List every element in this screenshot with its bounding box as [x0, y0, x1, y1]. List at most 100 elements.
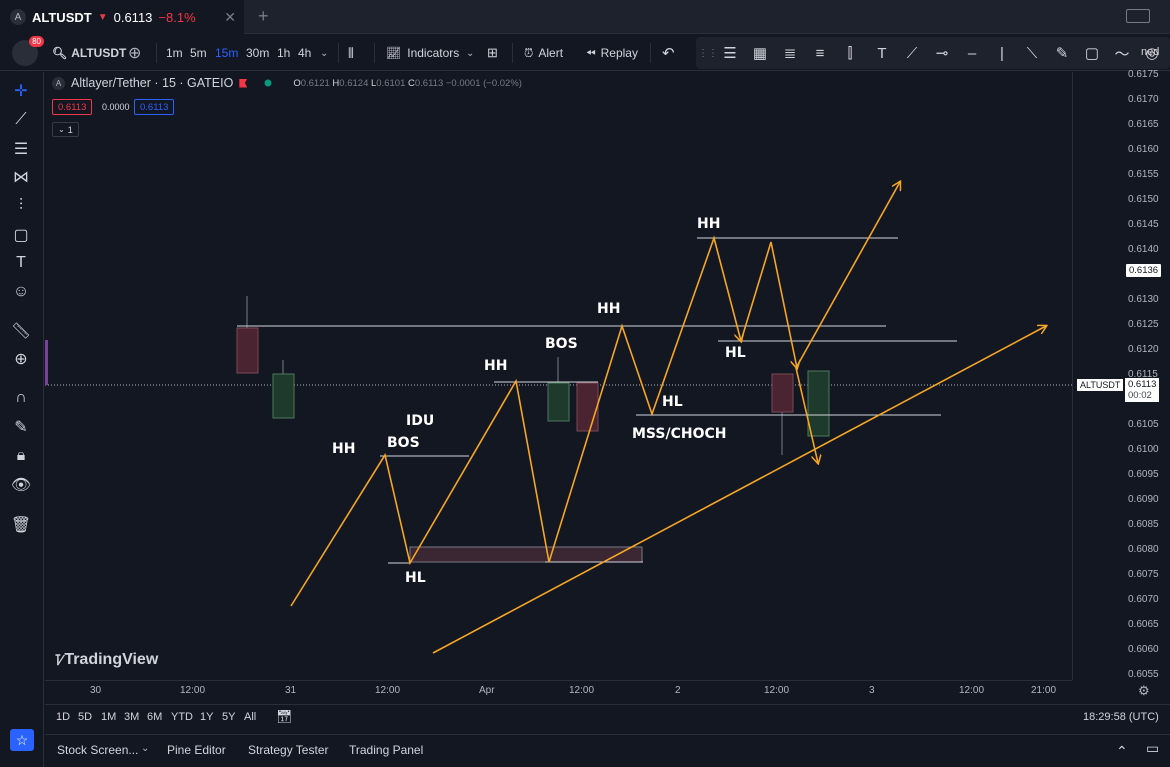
trendline-icon[interactable]: ⟋ [902, 43, 922, 63]
pitchfork-icon[interactable]: ≣ [780, 43, 800, 63]
maximize-icon[interactable]: ▭ [1146, 740, 1159, 757]
indicators-button[interactable]: 📈︎ Indicators [386, 35, 459, 71]
range-3m[interactable]: 3M [124, 711, 139, 723]
range-all[interactable]: All [244, 711, 256, 723]
templates-icon[interactable]: ⊞ [487, 35, 498, 71]
lock-drawing-icon[interactable]: ✎ [10, 416, 32, 438]
label-hl-3[interactable]: HL [725, 345, 746, 361]
range-5y[interactable]: 5Y [222, 711, 235, 723]
range-1d[interactable]: 1D [56, 711, 70, 723]
horizontal-lines-icon[interactable]: ☰ [720, 43, 740, 63]
interval-1h[interactable]: 1h [277, 35, 290, 71]
grid-icon[interactable]: ▦ [750, 43, 770, 63]
tab-stock-screener[interactable]: Stock Screen... [57, 743, 138, 757]
label-hh-3[interactable]: HH [597, 301, 620, 317]
zoom-in-icon[interactable]: ⊕ [10, 348, 32, 370]
indicators-collapse-button[interactable]: ⌄ 1 [52, 122, 79, 137]
eye-icon[interactable]: 👁︎ [10, 474, 32, 496]
label-bos-1[interactable]: BOS [387, 435, 420, 451]
interval-5m[interactable]: 5m [190, 35, 207, 71]
pattern-icon[interactable]: ⋈ [10, 166, 32, 188]
horizontal-ray-icon[interactable]: ⊸ [932, 43, 952, 63]
chart-pane[interactable] [45, 72, 1072, 680]
user-avatar[interactable]: 80 [12, 35, 44, 71]
prediction-icon[interactable]: ⫶ [10, 195, 32, 217]
magnet-icon[interactable]: ∩ [10, 387, 32, 409]
horizontal-line-icon[interactable]: – [962, 43, 982, 63]
time-axis[interactable]: 30 12:00 31 12:00 Apr 12:00 2 12:00 3 12:00 21:00 [45, 680, 1072, 704]
text-icon[interactable]: T [10, 252, 32, 274]
label-hh-4[interactable]: HH [697, 216, 720, 232]
interval-15m[interactable]: 15m [215, 35, 238, 71]
tab-pine-editor[interactable]: Pine Editor [167, 743, 226, 757]
close-icon[interactable]: ✕ [224, 9, 236, 26]
path-icon[interactable]: 〜 [1112, 43, 1132, 63]
shapes-icon[interactable]: ▢ [10, 224, 32, 246]
vertical-line-icon[interactable]: | [992, 43, 1012, 63]
symbol-search-button[interactable]: 🔍︎ ALTUSDT [52, 35, 126, 71]
label-idu[interactable]: IDU [406, 413, 434, 429]
bid-price-box[interactable]: 0.6113 [52, 99, 93, 115]
price-axis[interactable]: 0.6175 0.6170 0.6165 0.6160 0.6155 0.6150 0.61… [1072, 69, 1170, 680]
calendar-icon[interactable]: 📅︎ [276, 709, 293, 725]
ask-price-box[interactable]: 0.6113 [134, 99, 175, 115]
gann-icon[interactable]: ⫿ [840, 43, 860, 63]
range-6m[interactable]: 6M [147, 711, 162, 723]
time-tick: 21:00 [1031, 685, 1057, 696]
trash-icon[interactable]: 🗑︎ [10, 514, 32, 536]
interval-30m[interactable]: 30m [246, 35, 269, 71]
fib-icon[interactable]: ≡ [810, 43, 830, 63]
price-tick: 0.6175 [1128, 69, 1159, 80]
trendline-icon[interactable]: ⟋ [10, 109, 32, 131]
rectangle-icon[interactable]: ▢ [1082, 43, 1102, 63]
range-1m[interactable]: 1M [101, 711, 116, 723]
label-bos-2[interactable]: BOS [545, 336, 578, 352]
range-5d[interactable]: 5D [78, 711, 92, 723]
label-hl-2[interactable]: HL [662, 394, 683, 410]
tab-change: −8.1% [158, 9, 196, 25]
legend-title[interactable]: Altlayer/Tether · 15 · GATEIO [71, 76, 233, 90]
emoji-icon[interactable]: ☺ [10, 281, 32, 303]
star-icon[interactable]: ☆ [10, 729, 34, 751]
label-mss-choch[interactable]: MSS/CHOCH [632, 426, 726, 442]
interval-4h[interactable]: 4h [298, 35, 311, 71]
undo-icon[interactable]: ↶ [662, 35, 675, 71]
label-hh-2[interactable]: HH [484, 358, 507, 374]
crosshair-icon[interactable]: ✛ [10, 80, 32, 102]
ruler-icon[interactable]: 📏︎ [10, 320, 32, 342]
range-ytd[interactable]: YTD [171, 711, 193, 723]
fib-retracement-icon[interactable]: ☰ [10, 138, 32, 160]
settings-gear-icon[interactable]: ⚙ [1138, 683, 1150, 699]
lock-icon[interactable]: 🔒︎ [10, 445, 32, 467]
symbol-label: ALTUSDT [71, 46, 127, 60]
chevron-down-icon[interactable]: ⌄ [466, 35, 474, 71]
clock[interactable]: 18:29:58 (UTC) [1083, 711, 1159, 723]
interval-1m[interactable]: 1m [166, 35, 183, 71]
chevron-down-icon[interactable]: ⌄ [320, 35, 328, 71]
brush-icon[interactable]: ✎ [1052, 43, 1072, 63]
window-icon[interactable] [1126, 9, 1150, 23]
tab-trading-panel[interactable]: Trading Panel [349, 743, 423, 757]
compare-symbol-icon[interactable]: ⊕ [128, 35, 141, 71]
label-hl-1[interactable]: HL [405, 570, 426, 586]
browser-tab[interactable]: A ALTUSDT ▼ 0.6113 −8.1% ✕ [0, 0, 244, 34]
flag-icon[interactable] [239, 78, 248, 88]
candles-icon[interactable]: ⫴ [348, 35, 354, 71]
range-1y[interactable]: 1Y [200, 711, 213, 723]
alert-button[interactable]: ⏰︎ Alert [524, 35, 563, 71]
label-hh-1[interactable]: HH [332, 441, 355, 457]
tradingview-watermark[interactable]: ⊺⁄ TradingView [54, 651, 158, 669]
replay-button[interactable]: ⏪︎ Replay [586, 35, 638, 71]
time-tick: 30 [90, 685, 102, 696]
current-price: 0.6113 [1128, 379, 1157, 390]
tab-strategy-tester[interactable]: Strategy Tester [248, 743, 328, 757]
new-tab-icon[interactable]: + [258, 6, 269, 27]
candle-body [576, 382, 599, 432]
chevron-up-icon[interactable]: ⌃ [1116, 743, 1128, 760]
text-icon[interactable]: T [872, 43, 892, 63]
price-tick: 0.6150 [1128, 194, 1159, 205]
drag-handle-icon[interactable]: ⋮⋮ [698, 43, 718, 63]
low-value: 0.6101 [376, 77, 406, 89]
chevron-down-icon[interactable]: ⌄ [141, 743, 149, 754]
crossline-icon[interactable]: ⟍ [1022, 43, 1042, 63]
